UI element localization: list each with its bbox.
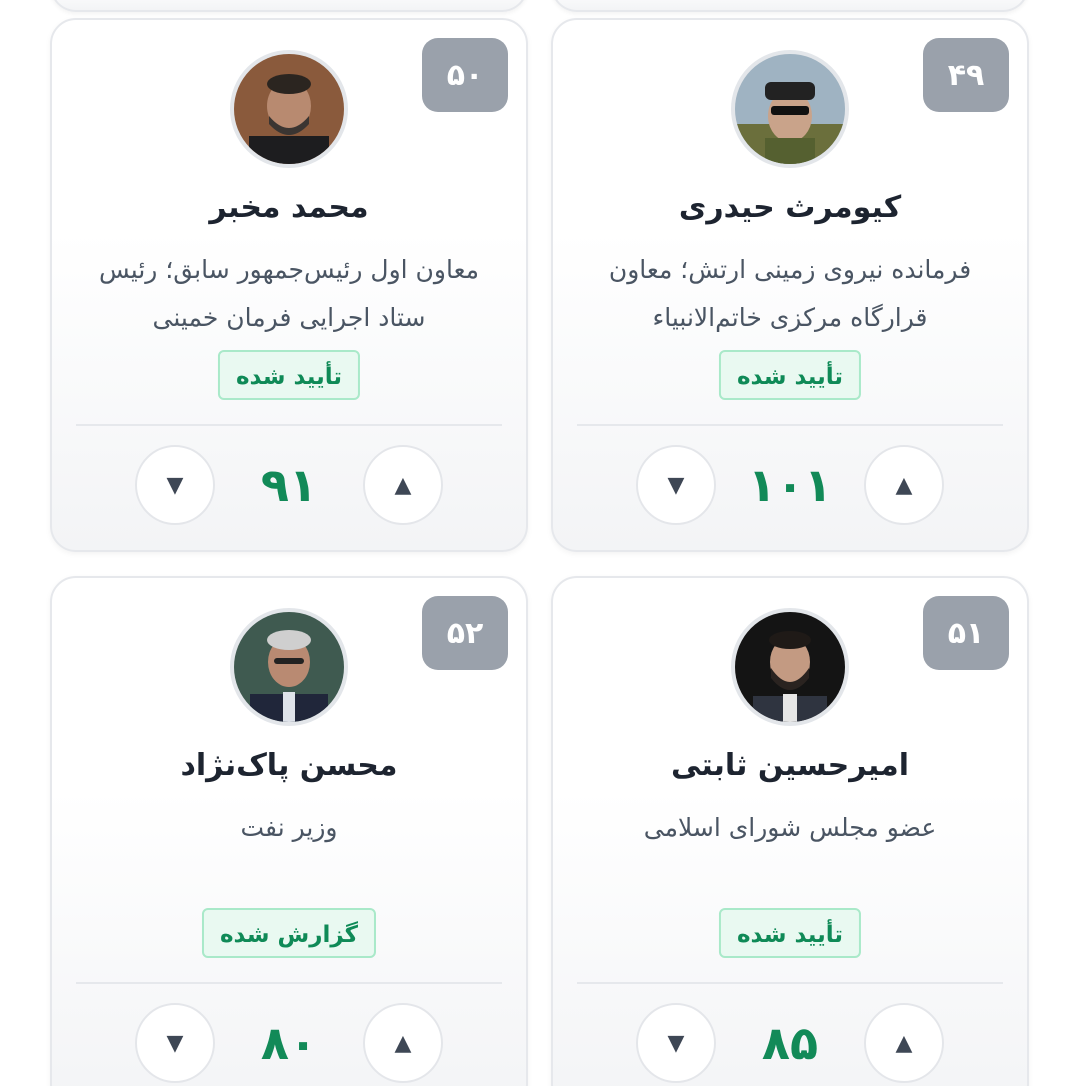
rank-badge: ۴۹ (923, 38, 1009, 112)
status-badge: تأیید شده (217, 350, 361, 400)
leaderboard-grid: ۴۹ کیومرث حیدری فرمانده نیروی زمینی ارتش… (0, 0, 1080, 1086)
status-badge: تأیید شده (718, 908, 862, 958)
previous-card-right (551, 0, 1029, 12)
vote-score: ۱۰۱ (747, 458, 833, 512)
person-role: وزیر نفت (240, 813, 338, 842)
person-name: کیومرث حیدری (678, 190, 902, 225)
upvote-button[interactable]: ▲ (363, 445, 443, 525)
avatar (230, 50, 348, 168)
person-card: ۴۹ کیومرث حیدری فرمانده نیروی زمینی ارتش… (551, 18, 1029, 552)
status-badge: تأیید شده (718, 350, 862, 400)
avatar (230, 608, 348, 726)
person-name: امیرحسین ثابتی (671, 748, 909, 783)
downvote-button[interactable]: ▼ (135, 1003, 215, 1083)
downvote-button[interactable]: ▼ (135, 445, 215, 525)
divider (76, 424, 502, 426)
upvote-button[interactable]: ▲ (864, 445, 944, 525)
vote-controls: ▲ ۹۱ ▼ (52, 444, 526, 526)
downvote-button[interactable]: ▼ (636, 445, 716, 525)
rank-badge: ۵۱ (923, 596, 1009, 670)
vote-score: ۹۱ (260, 458, 318, 512)
rank-badge: ۵۰ (422, 38, 508, 112)
vote-controls: ▲ ۸۰ ▼ (52, 1002, 526, 1084)
person-role: عضو مجلس شورای اسلامی (643, 813, 937, 842)
vote-score: ۸۵ (761, 1016, 819, 1070)
person-card: ۵۰ محمد مخبر معاون اول رئیس‌جمهور سابق؛ … (50, 18, 528, 552)
previous-card-left (50, 0, 528, 12)
upvote-button[interactable]: ▲ (864, 1003, 944, 1083)
vote-score: ۸۰ (260, 1016, 318, 1070)
upvote-button[interactable]: ▲ (363, 1003, 443, 1083)
vote-controls: ▲ ۸۵ ▼ (553, 1002, 1027, 1084)
divider (577, 424, 1003, 426)
downvote-button[interactable]: ▼ (636, 1003, 716, 1083)
divider (76, 982, 502, 984)
rank-badge: ۵۲ (422, 596, 508, 670)
divider (577, 982, 1003, 984)
person-card: ۵۱ امیرحسین ثابتی عضو مجلس شورای اسلامی … (551, 576, 1029, 1086)
status-badge: گزارش شده (201, 908, 377, 958)
avatar (731, 50, 849, 168)
person-role: معاون اول رئیس‌جمهور سابق؛ رئیس ستاد اجر… (98, 255, 480, 332)
person-role: فرمانده نیروی زمینی ارتش؛ معاون قرارگاه … (608, 255, 972, 332)
vote-controls: ▲ ۱۰۱ ▼ (553, 444, 1027, 526)
avatar (731, 608, 849, 726)
person-name: محمد مخبر (209, 190, 369, 225)
person-card: ۵۲ محسن پاک‌نژاد وزیر نفت گزارش شده ▲ ۸۰… (50, 576, 528, 1086)
person-name: محسن پاک‌نژاد (180, 748, 398, 783)
